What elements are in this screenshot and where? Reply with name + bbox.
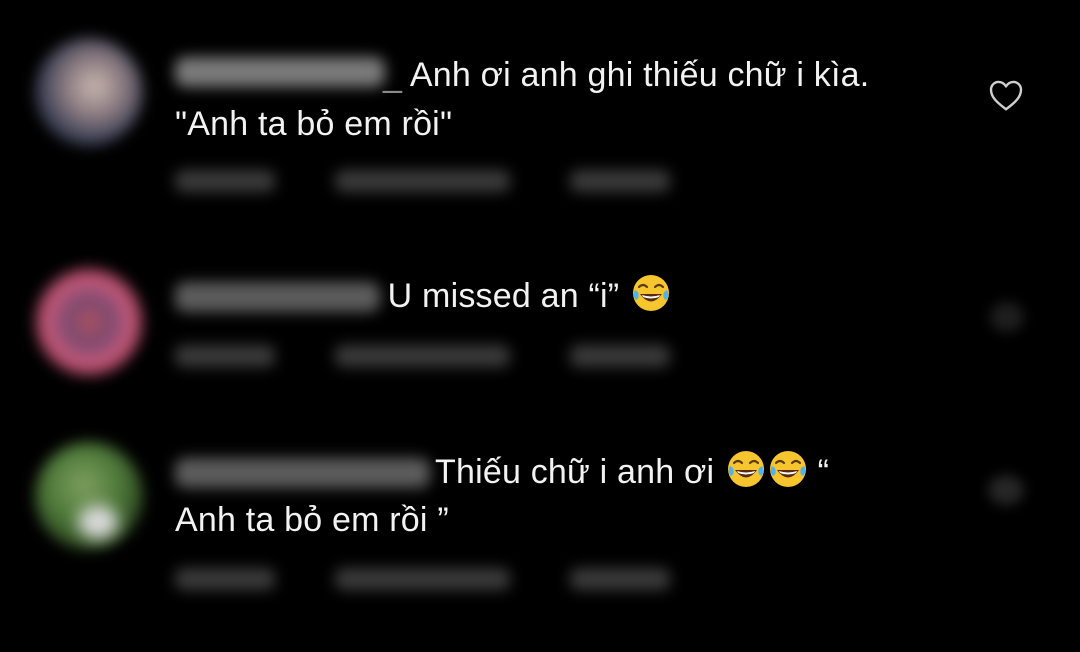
comment-meta-blurred (175, 568, 670, 590)
comment-text-line: _ Anh ơi anh ghi thiếu chữ i kìa. (383, 52, 869, 98)
avatar[interactable] (35, 268, 143, 376)
likes-count-blurred[interactable] (335, 568, 510, 590)
timestamp-blurred (175, 568, 275, 590)
comment-text: Anh ơi anh ghi thiếu chữ i kìa. (402, 56, 870, 94)
laughing-emoji-icon (769, 451, 806, 487)
reply-button-blurred[interactable] (570, 568, 670, 590)
comment-text: U missed an “i” (378, 277, 629, 315)
timestamp-blurred (175, 345, 275, 367)
heart-icon-blurred[interactable] (990, 302, 1024, 332)
laughing-emoji-icon (727, 451, 764, 487)
comment-text-tail: “ (807, 453, 830, 491)
comment-text-line-2: "Anh ta bỏ em rồi" (175, 105, 453, 143)
avatar[interactable] (35, 38, 143, 146)
comment-text: Thiếu chữ i anh ơi (426, 453, 724, 491)
username-blurred[interactable] (175, 282, 380, 312)
username-blurred[interactable] (175, 458, 430, 488)
likes-count-blurred[interactable] (335, 170, 510, 192)
heart-icon-blurred[interactable] (988, 475, 1024, 505)
comment-meta-blurred (175, 170, 670, 192)
comment-text-line-2: Anh ta bỏ em rồi ” (175, 501, 449, 539)
comment-meta-blurred (175, 345, 670, 367)
avatar-highlight (78, 505, 118, 539)
username-suffix: _ (383, 56, 403, 94)
comment-text-line: U missed an “i” (378, 273, 671, 319)
reply-button-blurred[interactable] (570, 170, 670, 192)
timestamp-blurred (175, 170, 275, 192)
comment-text-line: Thiếu chữ i anh ơi “ (426, 449, 829, 495)
username-blurred[interactable] (175, 57, 385, 87)
comments-screen: _ Anh ơi anh ghi thiếu chữ i kìa. "Anh t… (0, 0, 1080, 652)
heart-outline-icon[interactable] (988, 78, 1024, 112)
laughing-emoji-icon (632, 275, 669, 311)
likes-count-blurred[interactable] (335, 345, 510, 367)
reply-button-blurred[interactable] (570, 345, 670, 367)
